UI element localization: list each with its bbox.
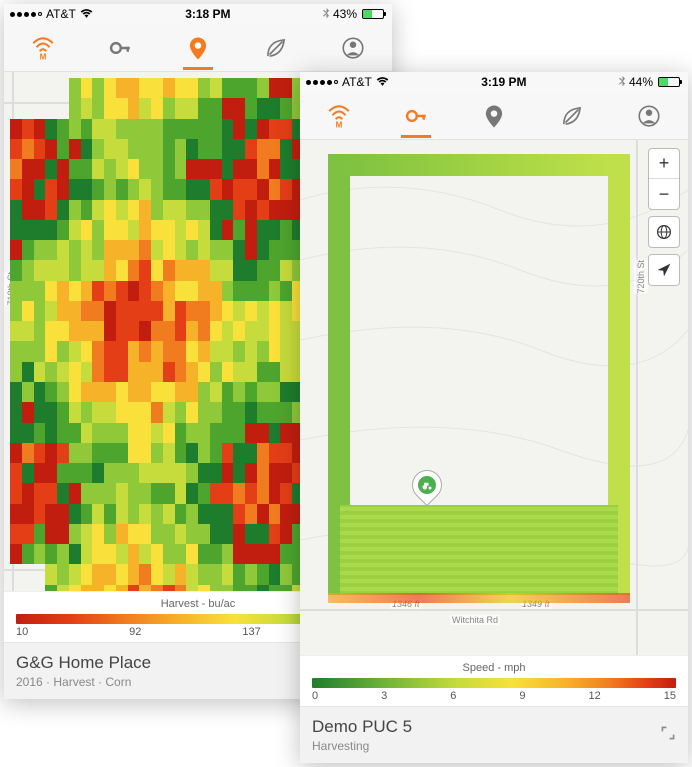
legend-tick: 12	[589, 690, 601, 702]
clock-label: 3:18 PM	[93, 7, 323, 21]
field-title: Demo PUC 5	[312, 717, 412, 737]
locate-button[interactable]	[649, 255, 679, 285]
pin-icon	[481, 103, 507, 129]
bluetooth-icon	[323, 8, 330, 20]
tab-location[interactable]	[177, 27, 219, 69]
tab-location[interactable]	[473, 95, 515, 137]
battery-pct-label: 44%	[629, 75, 653, 89]
legend-title: Speed - mph	[312, 662, 676, 674]
globe-icon	[656, 224, 672, 240]
tab-profile[interactable]	[628, 95, 670, 137]
clock-label: 3:19 PM	[389, 75, 619, 89]
key-icon	[107, 35, 133, 61]
minus-icon: −	[659, 184, 670, 205]
legend-gradient	[312, 678, 676, 688]
tab-key[interactable]	[99, 27, 141, 69]
tractor-icon	[418, 476, 436, 494]
map-controls: + −	[648, 148, 680, 286]
status-bar: AT&T 3:19 PM 44%	[300, 72, 688, 92]
phone-speed: AT&T 3:19 PM 44% M	[300, 72, 688, 763]
legend-tick: 6	[450, 690, 456, 702]
speed-track-fill	[340, 505, 618, 595]
tab-leaf[interactable]	[551, 95, 593, 137]
carrier-label: AT&T	[342, 75, 372, 89]
battery-icon	[360, 9, 386, 19]
vehicle-marker[interactable]	[412, 470, 442, 506]
speed-track-edge	[328, 593, 630, 603]
legend-tick: 9	[519, 690, 525, 702]
legend-tick: 3	[381, 690, 387, 702]
leaf-icon	[263, 35, 289, 61]
legend-scale: 0 3 6 9 12 15	[312, 690, 676, 702]
legend-speed: Speed - mph 0 3 6 9 12 15	[300, 655, 688, 706]
carrier-label: AT&T	[46, 7, 76, 21]
wifi-m-icon: M	[30, 35, 56, 61]
battery-icon	[656, 77, 682, 87]
signal-dots-icon	[306, 80, 338, 85]
tab-wifi-m[interactable]: M	[22, 27, 64, 69]
field-subtitle: 2016 · Harvest · Corn	[16, 675, 151, 689]
leaf-icon	[559, 103, 585, 129]
road-label-bottom: Witchita Rd	[450, 615, 500, 625]
locate-icon	[656, 262, 672, 278]
signal-dots-icon	[10, 12, 42, 17]
svg-text:M: M	[39, 52, 46, 61]
footer-speed[interactable]: Demo PUC 5 Harvesting	[300, 706, 688, 763]
wifi-icon	[376, 77, 389, 87]
key-icon	[403, 103, 429, 129]
zoom-in-button[interactable]: +	[649, 149, 679, 179]
tab-leaf[interactable]	[255, 27, 297, 69]
svg-text:M: M	[335, 120, 342, 129]
wifi-icon	[80, 9, 93, 19]
globe-button[interactable]	[649, 217, 679, 247]
road-label-right: 720th St	[634, 260, 648, 294]
legend-tick: 92	[129, 626, 141, 638]
battery-pct-label: 43%	[333, 7, 357, 21]
field-title: G&G Home Place	[16, 653, 151, 673]
tab-bar: M	[300, 92, 688, 140]
legend-tick: 137	[242, 626, 260, 638]
tab-profile[interactable]	[332, 27, 374, 69]
tab-wifi-m[interactable]: M	[318, 95, 360, 137]
legend-tick: 0	[312, 690, 318, 702]
map-speed[interactable]: 720th St Witchita Rd 1346 ft 1349 ft + −	[300, 140, 688, 655]
expand-icon[interactable]	[660, 725, 676, 746]
legend-tick: 15	[664, 690, 676, 702]
field-subtitle: Harvesting	[312, 739, 412, 753]
zoom-out-button[interactable]: −	[649, 179, 679, 209]
status-bar: AT&T 3:18 PM 43%	[4, 4, 392, 24]
bluetooth-icon	[619, 76, 626, 88]
wifi-m-icon: M	[326, 103, 352, 129]
profile-icon	[340, 35, 366, 61]
profile-icon	[636, 103, 662, 129]
legend-tick: 10	[16, 626, 28, 638]
pin-icon	[185, 35, 211, 61]
plus-icon: +	[659, 153, 670, 174]
tab-bar: M	[4, 24, 392, 72]
tab-key[interactable]	[395, 95, 437, 137]
